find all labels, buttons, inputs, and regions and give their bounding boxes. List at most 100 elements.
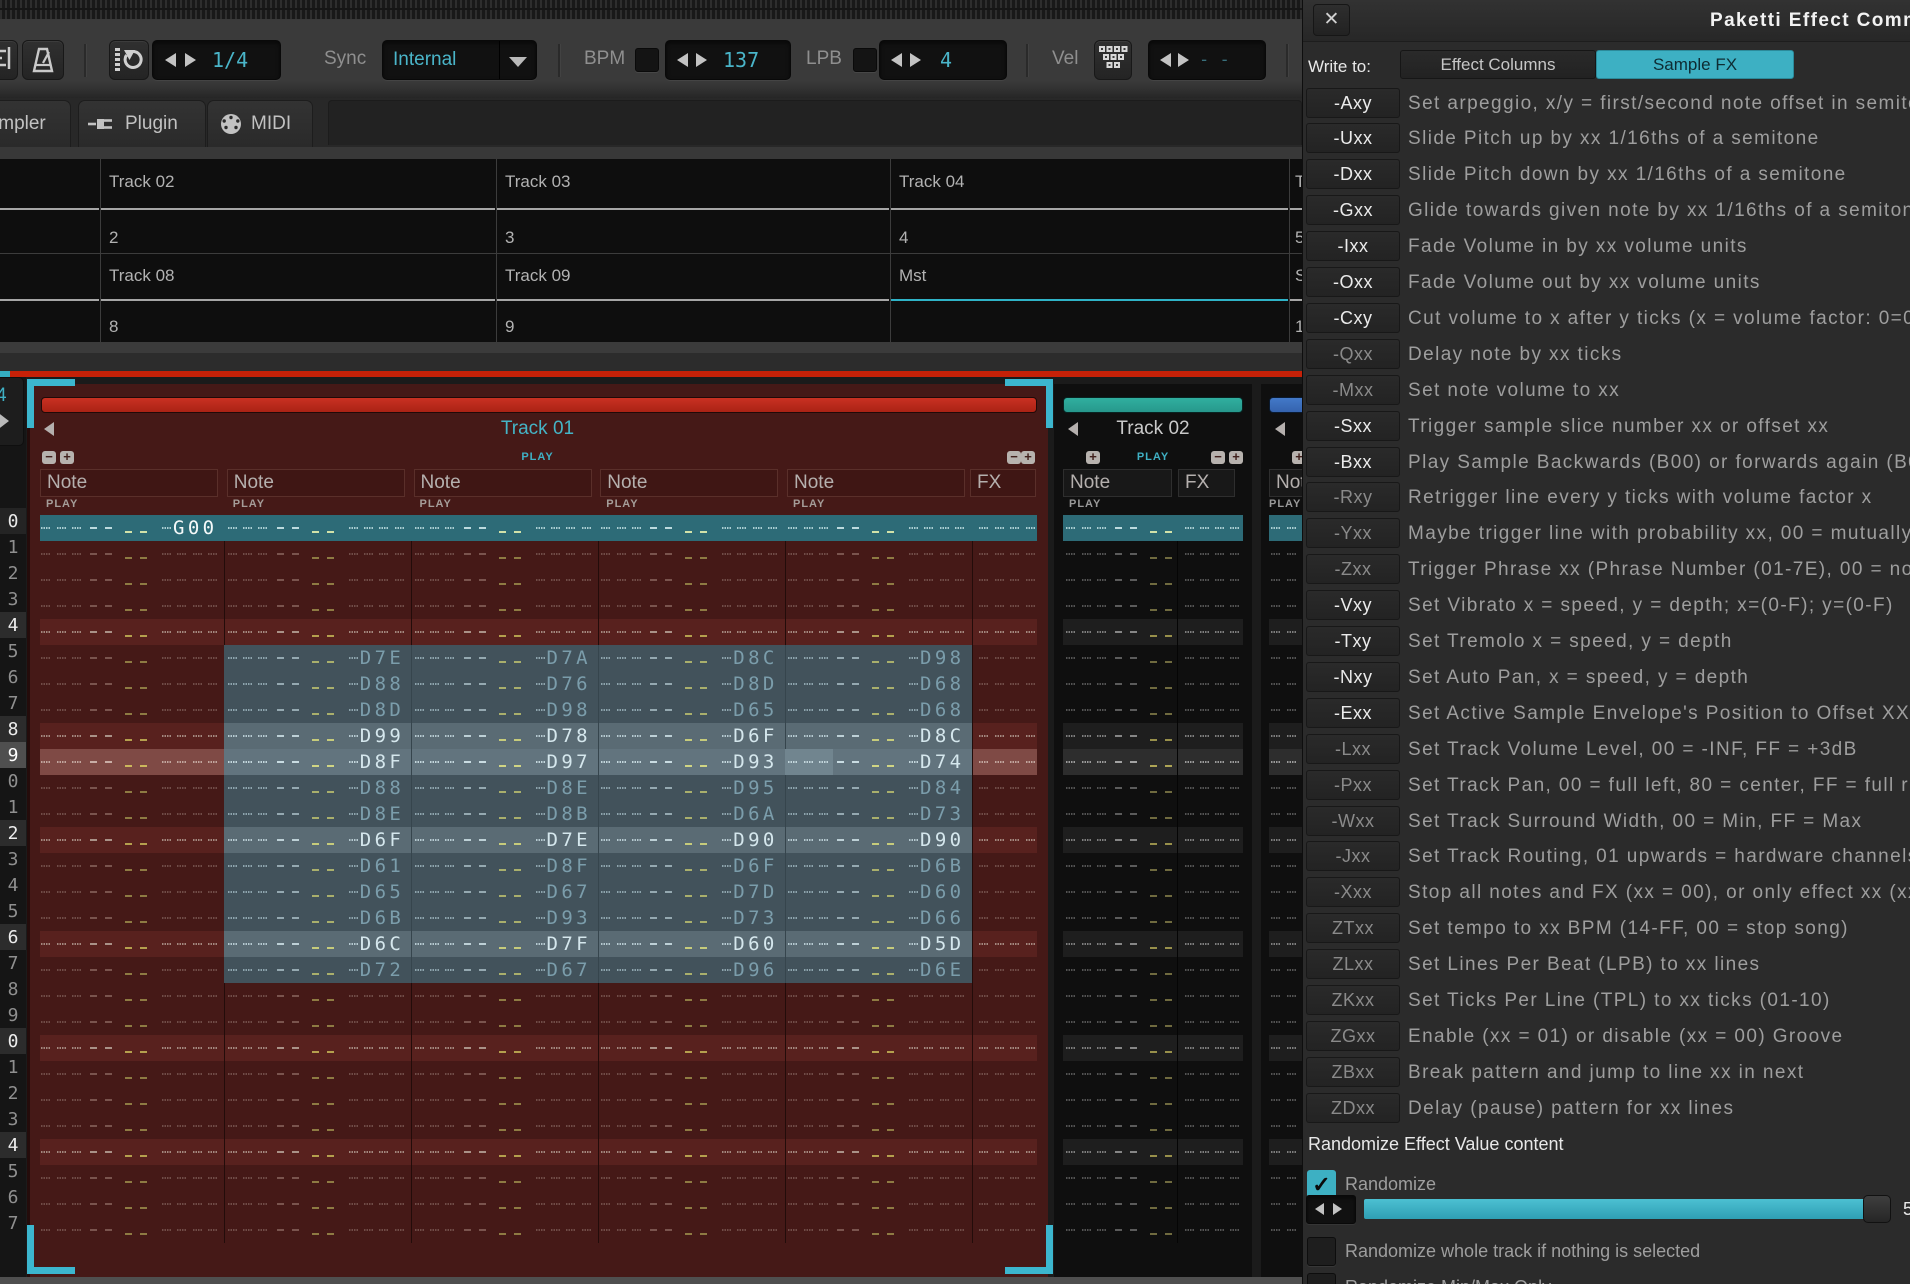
effect-command-button[interactable]: -Uxx (1306, 123, 1400, 153)
randomize-amount-spinner[interactable] (1306, 1195, 1356, 1224)
follow-player-button[interactable] (109, 40, 149, 80)
fx-column-header[interactable]: FX (970, 469, 1036, 497)
effect-command-button[interactable]: -Dxx (1306, 159, 1400, 189)
effect-command-button[interactable]: -Bxx (1306, 447, 1400, 477)
close-icon[interactable]: ✕ (1313, 4, 1350, 36)
effect-command-button[interactable]: -Sxx (1306, 411, 1400, 441)
add-note-column-button[interactable]: + (1292, 451, 1302, 464)
minmax-checkbox[interactable] (1307, 1273, 1336, 1284)
bpm-decrease-icon[interactable] (677, 53, 688, 67)
effect-command-button[interactable]: ZBxx (1306, 1057, 1400, 1087)
bpm-checkbox[interactable] (635, 48, 659, 72)
lpb-value[interactable]: 4 (940, 41, 952, 79)
note-column-header[interactable]: Note (414, 469, 592, 497)
track-02[interactable]: Track 02+PLAY−+NoteFXPLAY (1054, 384, 1252, 1277)
vel-decrease-icon[interactable] (1160, 53, 1171, 67)
write-to-effect-columns-button[interactable]: Effect Columns (1400, 50, 1596, 79)
bpm-increase-icon[interactable] (696, 53, 707, 67)
effect-command-button[interactable]: -Xxx (1306, 877, 1400, 907)
edit-step-value[interactable]: 1/4 (212, 41, 248, 79)
effect-command-button[interactable]: -Axy (1306, 88, 1400, 118)
effect-command-button[interactable]: -Gxx (1306, 195, 1400, 225)
chevron-down-icon[interactable] (509, 57, 527, 67)
note-column-play-state[interactable]: PLAY (793, 498, 825, 510)
randomize-decrease-icon[interactable] (1315, 1203, 1324, 1215)
lpb-checkbox[interactable] (853, 48, 877, 72)
metronome-button[interactable] (22, 40, 64, 80)
track-color-bar[interactable] (1269, 397, 1302, 413)
tab-midi[interactable]: MIDI (207, 100, 313, 147)
randomize-slider[interactable] (1364, 1199, 1892, 1219)
effect-command-button[interactable]: ZLxx (1306, 949, 1400, 979)
effect-command-button[interactable]: -Pxx (1306, 770, 1400, 800)
pattern-editor[interactable]: 01234567890123456789012345674Track 01−+P… (0, 377, 1302, 1284)
track-play-state[interactable]: PLAY (30, 450, 1045, 464)
vel-increase-icon[interactable] (1178, 53, 1189, 67)
dialog-titlebar[interactable]: ✕ Paketti Effect Command Dialog (1303, 0, 1910, 42)
keyboard-icon-button[interactable] (0, 40, 18, 80)
edit-step-spinner[interactable]: 1/4 (152, 40, 281, 80)
add-fx-column-button[interactable]: + (1021, 451, 1035, 464)
effect-command-button[interactable]: -Lxx (1306, 734, 1400, 764)
bpm-value[interactable]: 137 (723, 41, 759, 79)
note-column-header[interactable]: Note (227, 469, 405, 497)
fx-column-header[interactable]: FX (1178, 469, 1235, 497)
note-column-play-state[interactable]: PLAY (1069, 498, 1101, 510)
expand-track-icon[interactable] (0, 411, 9, 431)
keypad-button[interactable] (1094, 40, 1132, 80)
effect-command-button[interactable]: -Mxx (1306, 375, 1400, 405)
track-01[interactable]: Track 01−+PLAY−+NotePLAYNotePLAYNotePLAY… (27, 384, 1048, 1277)
effect-command-button[interactable]: -Qxx (1306, 339, 1400, 369)
collapsed-track-stub[interactable]: 4 (0, 377, 24, 446)
effect-command-button[interactable]: ZKxx (1306, 985, 1400, 1015)
slider-handle[interactable] (1863, 1195, 1891, 1223)
effect-command-button[interactable]: -Yxx (1306, 518, 1400, 548)
note-column-play-state[interactable]: PLAY (233, 498, 265, 510)
effect-command-button[interactable]: -Vxy (1306, 590, 1400, 620)
whole-track-checkbox[interactable] (1307, 1237, 1336, 1266)
track-scopes[interactable]: Track 022Track 033Track 044Track 055Trac… (0, 159, 1302, 342)
track-color-bar[interactable] (41, 397, 1037, 413)
edit-step-decrease-icon[interactable] (165, 53, 176, 67)
tab-plugin[interactable]: Plugin (78, 100, 206, 147)
note-column-header[interactable]: Note (787, 469, 965, 497)
collapse-track-icon[interactable] (1275, 422, 1285, 436)
track-color-bar[interactable] (1063, 397, 1243, 413)
lpb-increase-icon[interactable] (910, 53, 921, 67)
remove-fx-column-button[interactable]: − (1211, 451, 1225, 464)
effect-command-button[interactable]: -Wxx (1306, 806, 1400, 836)
effect-command-button[interactable]: -Cxy (1306, 303, 1400, 333)
vel-spinner[interactable]: - - (1148, 40, 1266, 80)
lpb-spinner[interactable]: 4 (879, 40, 1007, 80)
bpm-spinner[interactable]: 137 (665, 40, 791, 80)
effect-command-button[interactable]: -Zxx (1306, 554, 1400, 584)
note-column-play-state[interactable]: PLAY (606, 498, 638, 510)
add-fx-column-button[interactable]: + (1229, 451, 1243, 464)
write-to-sample-fx-button[interactable]: Sample FX (1596, 50, 1794, 79)
note-column-header[interactable]: Note (40, 469, 218, 497)
note-column-header[interactable]: Note (1269, 469, 1302, 497)
tab-sampler[interactable]: Sampler (0, 100, 71, 147)
note-column-header[interactable]: Note (1063, 469, 1172, 497)
note-column-play-state[interactable]: PLAY (1269, 498, 1301, 510)
note-column-play-state[interactable]: PLAY (420, 498, 452, 510)
effect-command-button[interactable]: -Nxy (1306, 662, 1400, 692)
note-column-play-state[interactable]: PLAY (46, 498, 78, 510)
vel-value[interactable]: - - (1199, 41, 1230, 79)
effect-command-button[interactable]: -Jxx (1306, 841, 1400, 871)
effect-command-button[interactable]: ZGxx (1306, 1021, 1400, 1051)
effect-command-button[interactable]: -Ixx (1306, 231, 1400, 261)
edit-step-increase-icon[interactable] (185, 53, 196, 67)
track-name[interactable]: Track 02 (1054, 420, 1252, 438)
lpb-decrease-icon[interactable] (891, 53, 902, 67)
effect-command-button[interactable]: -Rxy (1306, 482, 1400, 512)
effect-command-button[interactable]: ZTxx (1306, 913, 1400, 943)
track-name[interactable]: Track 01 (30, 420, 1045, 438)
effect-command-button[interactable]: -Exx (1306, 698, 1400, 728)
effect-command-button[interactable]: -Oxx (1306, 267, 1400, 297)
sync-dropdown[interactable]: Internal (382, 40, 537, 80)
remove-fx-column-button[interactable]: − (1007, 451, 1021, 464)
note-column-header[interactable]: Note (600, 469, 778, 497)
effect-command-button[interactable]: ZDxx (1306, 1093, 1400, 1123)
track-03[interactable]: + NotePLAY (1261, 384, 1302, 1277)
